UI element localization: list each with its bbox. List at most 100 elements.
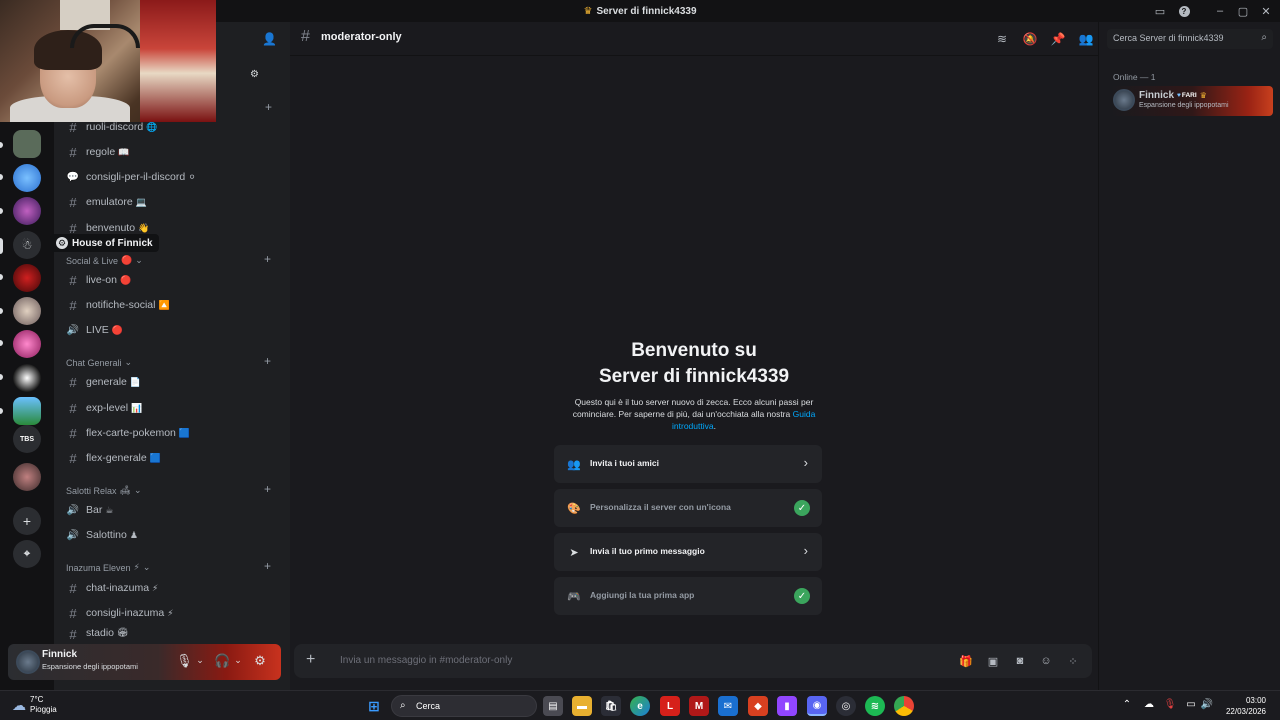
category-chat-generali[interactable]: Chat Generali ⌄ [66,357,132,368]
member-item[interactable]: Finnick ♥ FARI ♛ Espansione degli ippopot… [1111,86,1273,116]
mcafee-icon[interactable]: M [689,696,709,716]
close-button[interactable]: ✕ [1257,3,1275,19]
minimize-button[interactable]: – [1211,3,1229,19]
customize-icon-card[interactable]: 🎨 Personalizza il server con un'icona ✓ [554,489,822,527]
gift-icon[interactable]: 🎁 [958,653,974,669]
channel-consigli-per-il-discord[interactable]: 💬 consigli-per-il-discord ⚪ [66,166,196,188]
obs-icon[interactable]: ◎ [836,696,856,716]
task-view-icon[interactable]: ▤ [543,696,563,716]
add-friend-icon[interactable]: 👤 [262,32,277,46]
chevron-right-icon: › [803,543,808,558]
clock[interactable]: 03:00 22/03/2026 [1220,695,1266,717]
weather-widget[interactable]: ☁ 7°C Pioggia [12,695,57,715]
apps-icon[interactable]: ⁘ [1065,653,1081,669]
discover-servers-button[interactable]: ⌖ [13,540,41,568]
message-input[interactable]: Invia un messaggio in #moderator-only [340,655,512,666]
invite-friends-card[interactable]: 👥 Invita i tuoi amici › [554,445,822,483]
emoji-icon[interactable]: ☺ [1038,653,1054,669]
attach-plus-icon[interactable]: + [306,651,315,669]
server-icon-3[interactable] [13,197,41,225]
avatar[interactable] [16,650,40,674]
add-server-button[interactable]: + [13,507,41,535]
add-channel-icon[interactable]: + [264,482,271,496]
window-title-text: Server di finnick4339 [596,5,697,17]
threads-icon[interactable]: ≋ [994,31,1010,47]
first-app-card[interactable]: 🎮 Aggiungi la tua prima app ✓ [554,577,822,615]
channel-stadio[interactable]: # stadio 🏟 [66,627,128,639]
heart-icon: ♥ [1177,92,1181,99]
channel-exp-level[interactable]: # exp-level 📊 [66,397,142,419]
hash-icon: # [69,425,77,441]
taskbar-search[interactable]: ⌕ Cerca [391,695,537,717]
category-inazuma-eleven[interactable]: Inazuma Eleven ⚡ ⌄ [66,562,150,573]
server-icon-1[interactable] [13,130,41,158]
channel-emulatore[interactable]: # emulatore 💻 [66,191,147,213]
discord-icon[interactable]: ◉ [807,696,827,716]
chevron-down-icon[interactable]: ⌄ [192,655,208,666]
add-channel-icon[interactable]: + [264,354,271,368]
twitch-icon[interactable]: ▮ [777,696,797,716]
add-channel-icon[interactable]: + [264,252,271,266]
channel-flex-carte-pokemon[interactable]: # flex-carte-pokemon 🟦 [66,422,190,444]
file-explorer-icon[interactable]: ▬ [572,696,592,716]
hash-icon: # [69,580,77,596]
server-icon-7[interactable] [13,330,41,358]
channel-regole[interactable]: # regole 📖 [66,141,129,163]
server-icon-11[interactable] [13,463,41,491]
message-composer[interactable]: + Invia un messaggio in #moderator-only … [294,644,1092,678]
volume-icon[interactable]: 🔊 [1200,699,1214,710]
server-icon-5[interactable] [13,264,41,292]
chevron-up-icon[interactable]: ⌃ [1120,699,1134,710]
channel-live[interactable]: 🔊 LIVE 🔴 [66,319,123,341]
add-channel-icon[interactable]: + [265,100,272,114]
app-icon[interactable]: ◆ [748,696,768,716]
server-icon-9[interactable] [13,397,41,425]
channel-generale[interactable]: # generale 📄 [66,371,141,393]
search-input[interactable]: Cerca Server di finnick4339 ⌕ [1107,29,1273,49]
server-icon-tbs[interactable]: TBS [13,425,41,453]
windows-start-icon[interactable]: ⊞ [364,696,384,716]
store-icon[interactable]: 🛍 [601,696,621,716]
member-list-icon[interactable]: 👥 [1078,31,1094,47]
microphone-icon[interactable]: 🎙 [1163,699,1177,710]
window-title: ♛ Server di finnick4339 [583,6,696,17]
help-icon[interactable]: ? [1175,3,1193,19]
sticker-icon[interactable]: ◙ [1012,653,1028,669]
edge-icon[interactable]: e [630,696,650,716]
outlook-icon[interactable]: ✉ [718,696,738,716]
chevron-down-icon[interactable]: ⌄ [230,655,246,666]
category-social-live[interactable]: Social & Live 🔴 ⌄ [66,255,143,266]
channel-bar[interactable]: 🔊 Bar ☕ [66,499,114,521]
maximize-button[interactable]: ▢ [1234,3,1252,19]
microphone-icon[interactable]: 🎙 [176,653,193,669]
gif-icon[interactable]: ▣ [985,653,1001,669]
inbox-icon[interactable]: ▭ [1151,3,1169,19]
add-channel-icon[interactable]: + [264,559,271,573]
chevron-down-icon: ⌄ [142,562,151,572]
user-panel: Finnick Espansione degli ippopotami 🎙 ⌄ … [8,644,281,680]
channel-notifiche-social[interactable]: # notifiche-social 🔼 [66,294,169,316]
headphones-icon[interactable]: 🎧 [214,653,230,669]
pin-icon[interactable]: 📌 [1050,31,1066,47]
channel-consigli-inazuma[interactable]: # consigli-inazuma ⚡ [66,602,173,624]
chrome-icon[interactable] [894,696,914,716]
server-icon-8[interactable] [13,364,41,392]
channel-salottino[interactable]: 🔊 Salottino ♟ [66,524,138,546]
server-icon-6[interactable] [13,297,41,325]
channel-live-on[interactable]: # live-on 🔴 [66,269,131,291]
members-settings-icon[interactable]: ⚙ [250,69,259,80]
onedrive-icon[interactable]: ☁ [1142,699,1156,710]
taskbar: ☁ 7°C Pioggia ⊞ ⌕ Cerca ▤ ▬ 🛍 e L M ✉ ◆ … [0,690,1280,720]
channel-flex-generale[interactable]: # flex-generale 🟦 [66,447,161,469]
l-app-icon[interactable]: L [660,696,680,716]
first-message-card[interactable]: ➤ Invia il tuo primo messaggio › [554,533,822,571]
network-icon[interactable]: ▭ [1184,699,1198,710]
server-icon-house-of-finnick[interactable]: ☃ [13,231,41,259]
spotify-icon[interactable]: ≋ [865,696,885,716]
notification-bell-icon[interactable]: 🔕 [1022,31,1038,47]
gear-icon[interactable]: ⚙ [252,653,268,669]
channel-chat-inazuma[interactable]: # chat-inazuma ⚡ [66,577,158,599]
category-salotti-relax[interactable]: Salotti Relax 🛋 ⌄ [66,485,142,496]
server-icon-2[interactable] [13,164,41,192]
user-name: Finnick [42,649,78,660]
